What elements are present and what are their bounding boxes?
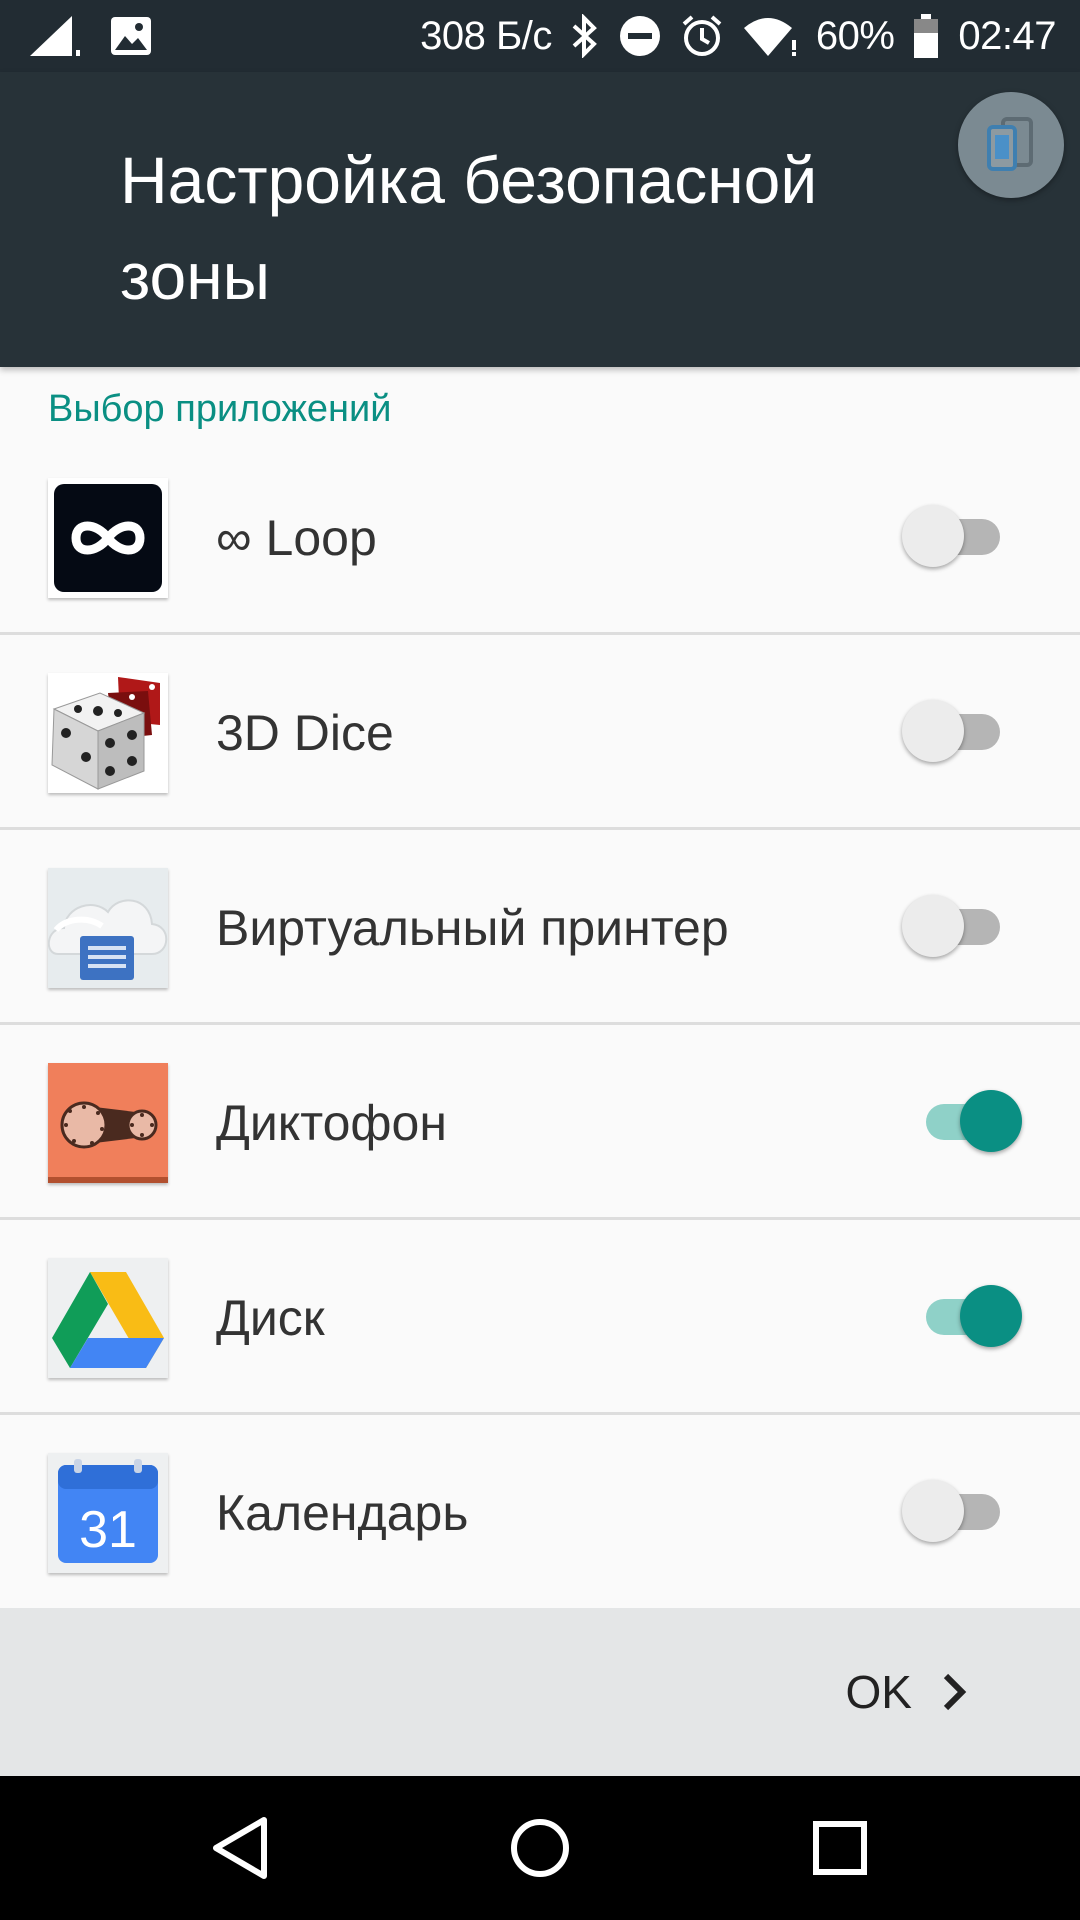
signal-icon	[30, 16, 80, 56]
dnd-icon	[619, 16, 660, 56]
app-label: Виртуальный принтер	[216, 899, 729, 956]
navigation-bar	[0, 1776, 1080, 1920]
status-right: 308 Б/с 60% 02:47	[420, 0, 1056, 72]
home-icon[interactable]	[504, 1812, 576, 1884]
app-label: 3D Dice	[216, 704, 394, 761]
battery-percent: 60%	[815, 13, 895, 58]
app-label: Диск	[216, 1289, 325, 1346]
app-label: Диктофон	[216, 1094, 447, 1151]
voice-recorder-app-icon	[48, 1063, 168, 1183]
app-list: ∞ Loop 3D Dice Виртуальный принтер Дикто…	[0, 440, 1080, 1610]
app-toggle[interactable]	[902, 505, 1022, 567]
bluetooth-icon	[572, 14, 597, 58]
clock: 02:47	[958, 13, 1056, 58]
app-label: ∞ Loop	[216, 509, 377, 566]
back-icon[interactable]	[204, 1812, 276, 1884]
toggle-thumb	[960, 1285, 1022, 1347]
app-toggle[interactable]	[902, 1090, 1022, 1152]
app-row-calendar[interactable]: 31 Календарь	[0, 1415, 1080, 1610]
network-speed: 308 Б/с	[420, 13, 552, 58]
device-switch-button[interactable]	[958, 92, 1064, 198]
app-toggle[interactable]	[902, 1480, 1022, 1542]
app-row-3d-dice[interactable]: 3D Dice	[0, 635, 1080, 830]
alarm-icon	[682, 15, 722, 56]
status-left	[28, 14, 152, 58]
toggle-thumb	[960, 1090, 1022, 1152]
app-label: Календарь	[216, 1484, 469, 1541]
dice-app-icon	[48, 673, 168, 793]
status-bar: 308 Б/с 60% 02:47	[0, 0, 1080, 72]
app-row-loop[interactable]: ∞ Loop	[0, 440, 1080, 635]
app-toggle[interactable]	[902, 895, 1022, 957]
cloud-print-app-icon	[48, 868, 168, 988]
app-toggle[interactable]	[902, 1285, 1022, 1347]
chevron-right-icon	[943, 1673, 967, 1711]
image-icon	[111, 17, 151, 55]
drive-app-icon	[48, 1258, 168, 1378]
app-row-drive[interactable]: Диск	[0, 1220, 1080, 1415]
toggle-thumb	[902, 1480, 964, 1542]
toggle-thumb	[902, 700, 964, 762]
footer-bar: OK	[0, 1608, 1080, 1776]
toggle-thumb	[902, 895, 964, 957]
wifi-icon	[743, 18, 796, 56]
app-header: Настройка безопасной зоны	[0, 72, 1080, 367]
page-title: Настройка безопасной зоны	[120, 143, 818, 313]
app-row-virtual-printer[interactable]: Виртуальный принтер	[0, 830, 1080, 1025]
recents-icon[interactable]	[804, 1812, 876, 1884]
section-title: Выбор приложений	[48, 388, 392, 430]
toggle-thumb	[902, 505, 964, 567]
loop-app-icon	[48, 478, 168, 598]
app-row-voice-recorder[interactable]: Диктофон	[0, 1025, 1080, 1220]
battery-icon	[914, 14, 939, 58]
devices-icon	[987, 117, 1033, 171]
calendar-app-icon: 31	[48, 1453, 168, 1573]
calendar-day-number: 31	[79, 1501, 137, 1559]
ok-label: OK	[845, 1666, 912, 1718]
ok-button[interactable]: OK	[846, 1652, 970, 1732]
app-toggle[interactable]	[902, 700, 1022, 762]
